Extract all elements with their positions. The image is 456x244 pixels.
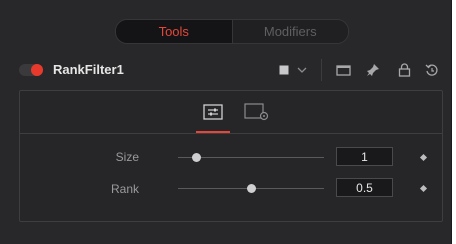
rank-label: Rank (110, 182, 139, 196)
controls-panel: Size 1 Rank 0.5 (19, 90, 443, 222)
controls-icon[interactable] (202, 102, 224, 122)
color-swatch-icon[interactable] (279, 62, 289, 78)
size-label: Size (115, 150, 139, 164)
tab-tools[interactable]: Tools (116, 20, 233, 43)
tab-modifiers[interactable]: Modifiers (232, 20, 348, 43)
control-page-tabs (20, 91, 442, 134)
rank-slider-thumb[interactable] (246, 184, 256, 193)
active-tab-indicator (196, 131, 230, 133)
pin-icon[interactable] (366, 62, 380, 78)
view-icon[interactable] (336, 62, 352, 78)
size-value-field[interactable]: 1 (336, 147, 393, 166)
reset-icon[interactable] (425, 62, 439, 78)
chevron-down-icon[interactable] (297, 62, 307, 78)
size-slider-thumb[interactable] (192, 153, 202, 162)
toggle-knob (31, 64, 43, 76)
rank-keyframe-icon[interactable] (419, 184, 428, 193)
tool-tabs: Tools Modifiers (115, 19, 349, 44)
rank-value-field[interactable]: 0.5 (336, 178, 393, 197)
node-name: RankFilter1 (53, 62, 124, 77)
node-header: RankFilter1 (0, 56, 452, 86)
header-divider (321, 59, 322, 81)
inspector-panel: Tools Modifiers RankFilter1 Size 1 Rank … (0, 0, 452, 244)
node-enable-toggle[interactable] (19, 64, 43, 76)
lock-icon[interactable] (398, 62, 411, 78)
size-keyframe-icon[interactable] (419, 153, 428, 162)
settings-icon[interactable] (244, 102, 270, 122)
